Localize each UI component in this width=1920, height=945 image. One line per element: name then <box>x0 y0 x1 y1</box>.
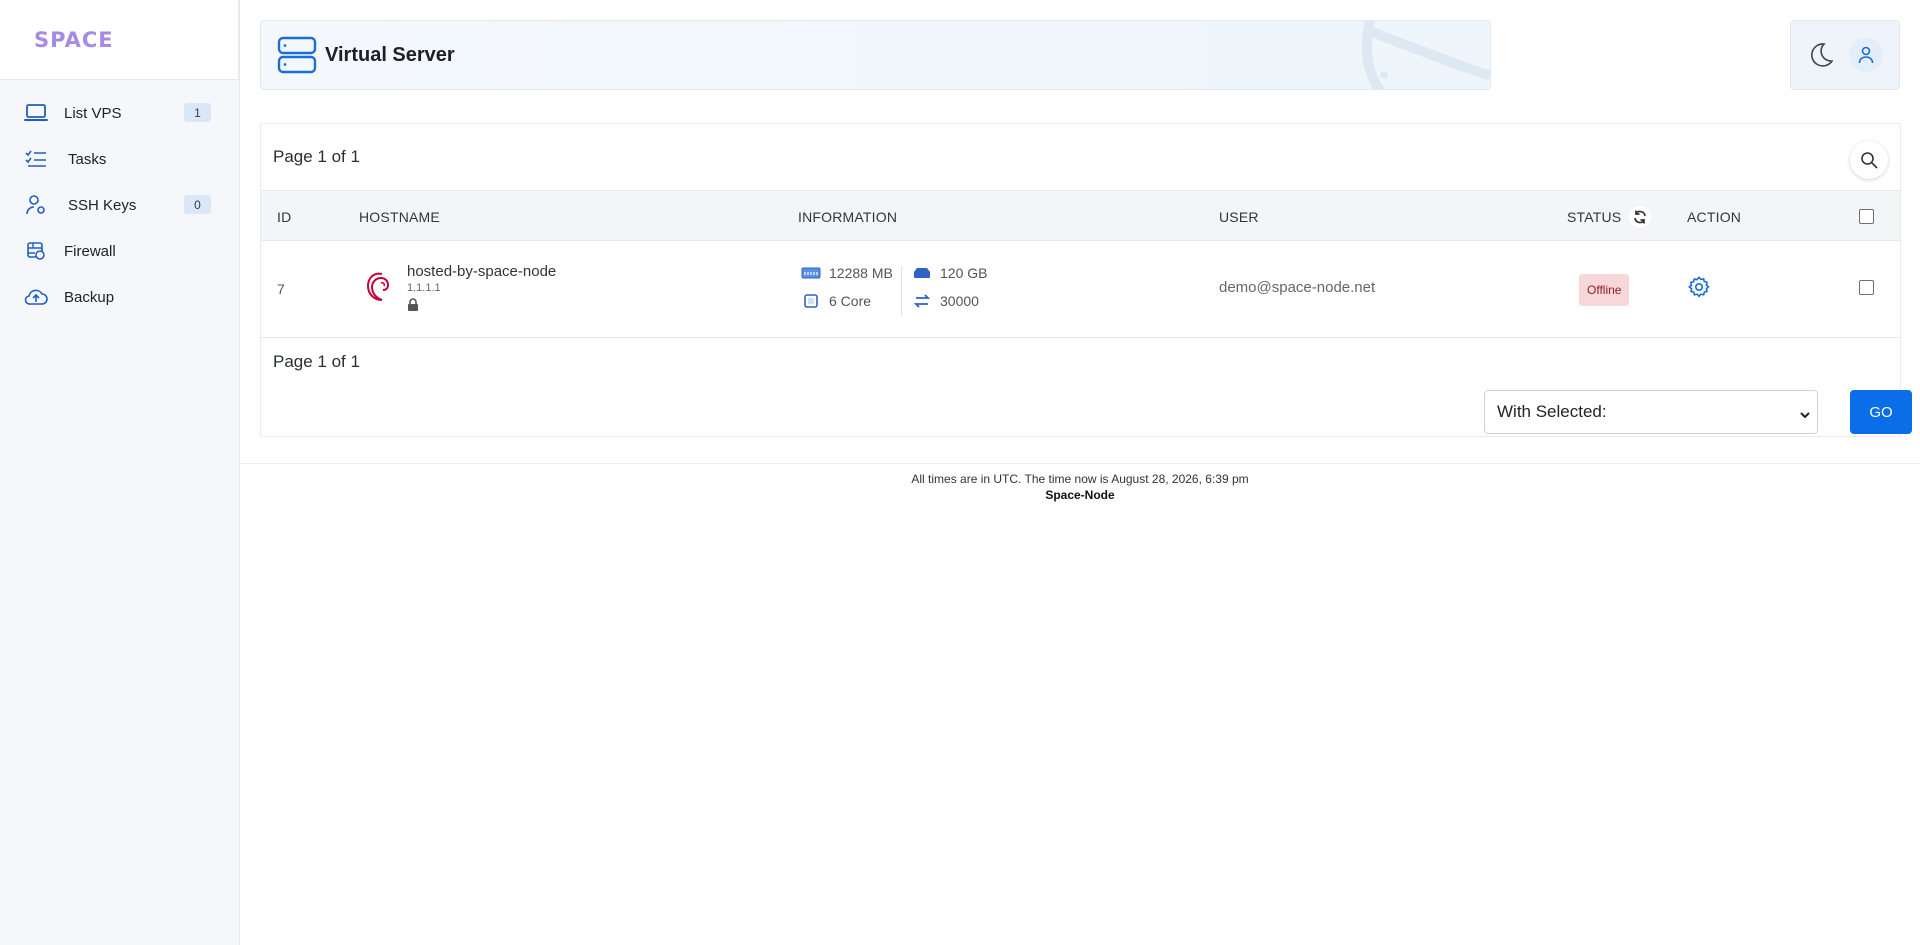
footer-time-text: All times are in UTC. The time now is Au… <box>911 472 1249 486</box>
disk-icon <box>912 265 932 281</box>
page-header: Virtual Server <box>260 20 1491 90</box>
sidebar-item-firewall[interactable]: Firewall <box>0 228 239 274</box>
sidebar-item-label: Tasks <box>68 150 107 168</box>
lock-icon <box>407 298 419 317</box>
brand-logo[interactable]: SPACE <box>0 0 239 80</box>
footer-company: Space-Node <box>1045 488 1115 502</box>
vps-hostname[interactable]: hosted-by-space-node <box>407 263 556 280</box>
table-header: ID HOSTNAME INFORMATION USER STATUS ACTI… <box>261 190 1900 241</box>
sidebar-item-label: Backup <box>64 288 115 306</box>
sidebar-item-label: Firewall <box>64 242 116 260</box>
sidebar-item-label: List VPS <box>64 104 122 122</box>
top-actions <box>1790 20 1900 90</box>
cloud-upload-icon <box>24 285 48 309</box>
bandwidth-info: 30000 <box>912 293 979 309</box>
column-header-hostname: HOSTNAME <box>359 208 440 225</box>
disk-value: 120 GB <box>940 265 988 281</box>
go-button[interactable]: GO <box>1850 390 1912 434</box>
vps-table-card: Page 1 of 1 ID HOSTNAME INFORMATION USER… <box>260 123 1912 437</box>
sidebar-item-backup[interactable]: Backup <box>0 274 239 320</box>
page-info-bottom: Page 1 of 1 <box>273 352 360 371</box>
gear-icon[interactable] <box>1686 274 1712 300</box>
vps-id: 7 <box>277 281 285 297</box>
user-key-icon <box>24 193 48 217</box>
memory-icon <box>801 265 821 281</box>
cpu-info: 6 Core <box>801 293 871 309</box>
column-header-action: ACTION <box>1687 208 1742 225</box>
bulk-action-select[interactable]: With Selected: <box>1484 390 1818 434</box>
search-icon[interactable] <box>1850 141 1888 179</box>
column-header-status-label: STATUS <box>1567 208 1622 225</box>
page-info-top: Page 1 of 1 <box>273 147 360 166</box>
cpu-icon <box>801 293 821 309</box>
info-divider <box>901 266 902 316</box>
cpu-value: 6 Core <box>829 293 872 309</box>
tasks-icon <box>24 147 48 171</box>
table-row: 7 hosted-by-space-node 1.1.1.1 12288 MB … <box>261 241 1900 338</box>
checkbox-box[interactable] <box>1859 209 1874 224</box>
vps-ip: 1.1.1.1 <box>407 282 441 294</box>
brand-name: SPACE <box>34 27 114 52</box>
column-header-information: INFORMATION <box>798 208 898 225</box>
main-content: Virtual Server Page 1 of 1 ID HOSTNAME I… <box>240 0 1920 945</box>
header-decoration <box>1361 21 1490 89</box>
bulk-action-selected: With Selected: <box>1497 402 1607 421</box>
ram-info: 12288 MB <box>801 265 893 281</box>
laptop-icon <box>24 101 48 125</box>
refresh-icon[interactable] <box>1629 205 1652 228</box>
disk-info: 120 GB <box>912 265 987 281</box>
count-badge: 1 <box>184 103 211 122</box>
firewall-icon <box>24 239 48 263</box>
status-badge: Offline <box>1579 274 1630 306</box>
sidebar-nav: List VPS 1 Tasks SSH Keys 0 Firewall Bac… <box>0 80 239 320</box>
sidebar: SPACE List VPS 1 Tasks SSH Keys 0 Firewa… <box>0 0 240 945</box>
chevron-down-icon <box>1799 406 1811 426</box>
moon-icon[interactable] <box>1807 41 1835 69</box>
ram-value: 12288 MB <box>829 265 893 281</box>
user-icon[interactable] <box>1849 38 1883 72</box>
row-checkbox[interactable] <box>1859 280 1874 295</box>
count-badge: 0 <box>184 195 211 214</box>
checkbox-box[interactable] <box>1859 280 1874 295</box>
bandwidth-value: 30000 <box>940 293 979 309</box>
transfer-icon <box>912 293 932 309</box>
column-header-user: USER <box>1219 208 1259 225</box>
footer: All times are in UTC. The time now is Au… <box>240 463 1920 502</box>
sidebar-item-tasks[interactable]: Tasks <box>0 136 239 182</box>
debian-logo-icon <box>364 268 394 308</box>
sidebar-item-label: SSH Keys <box>68 196 137 214</box>
server-icon <box>277 35 317 75</box>
sidebar-item-list-vps[interactable]: List VPS 1 <box>0 90 239 136</box>
select-all-checkbox[interactable] <box>1859 191 1874 242</box>
vps-user: demo@space-node.net <box>1219 279 1376 296</box>
column-header-id: ID <box>277 208 292 225</box>
sidebar-item-ssh-keys[interactable]: SSH Keys 0 <box>0 182 239 228</box>
page-title: Virtual Server <box>325 43 455 66</box>
column-header-status: STATUS <box>1567 191 1652 242</box>
